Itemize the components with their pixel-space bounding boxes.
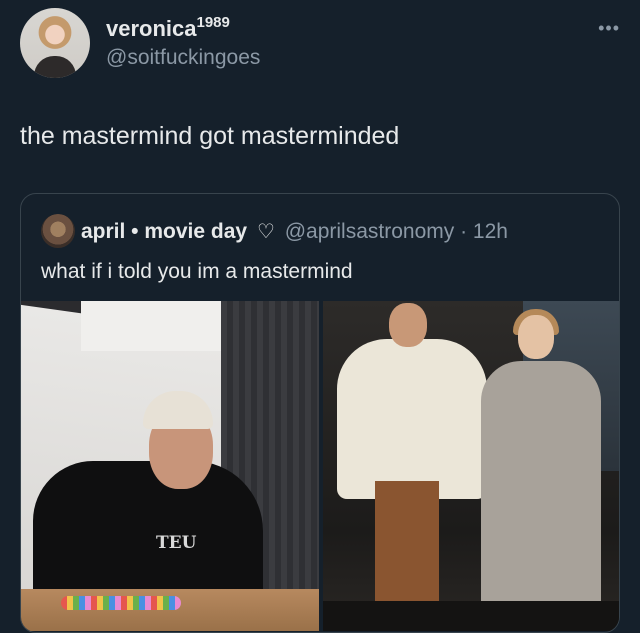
photo-woman-head bbox=[518, 315, 554, 359]
quoted-media[interactable]: TEU bbox=[21, 301, 619, 631]
user-handle[interactable]: @soitfuckingoes bbox=[106, 46, 260, 70]
media-photo-right[interactable] bbox=[323, 301, 619, 631]
quoted-tweet-text: what if i told you im a mastermind bbox=[41, 260, 353, 283]
photo-woman-coat bbox=[481, 361, 601, 611]
tweet-text: the mastermind got masterminded bbox=[20, 122, 400, 150]
quoted-display-name[interactable]: april • movie day bbox=[81, 220, 247, 243]
quoted-user-line: april • movie day ♡ @aprilsastronomy · 1… bbox=[81, 219, 508, 244]
quoted-tweet[interactable]: april • movie day ♡ @aprilsastronomy · 1… bbox=[20, 193, 620, 633]
photo-floor bbox=[323, 601, 619, 631]
shirt-logo-text: TEU bbox=[156, 533, 197, 553]
photo-man-jacket bbox=[337, 339, 487, 499]
quoted-user-avatar[interactable] bbox=[41, 214, 75, 248]
display-name-superscript: 1989 bbox=[196, 14, 230, 31]
display-name[interactable]: veronica1989 bbox=[106, 14, 230, 42]
more-horizontal-icon[interactable]: ••• bbox=[598, 18, 620, 39]
photo-beads bbox=[61, 596, 181, 610]
tweet-header: veronica1989 @soitfuckingoes ••• bbox=[20, 8, 620, 78]
heart-outline-icon: ♡ bbox=[256, 221, 275, 243]
quoted-handle-time[interactable]: @aprilsastronomy · 12h bbox=[285, 220, 508, 243]
display-name-text[interactable]: veronica bbox=[106, 16, 197, 41]
media-photo-left[interactable]: TEU bbox=[21, 301, 319, 631]
photo-man-head bbox=[389, 303, 427, 347]
user-avatar[interactable] bbox=[20, 8, 90, 78]
